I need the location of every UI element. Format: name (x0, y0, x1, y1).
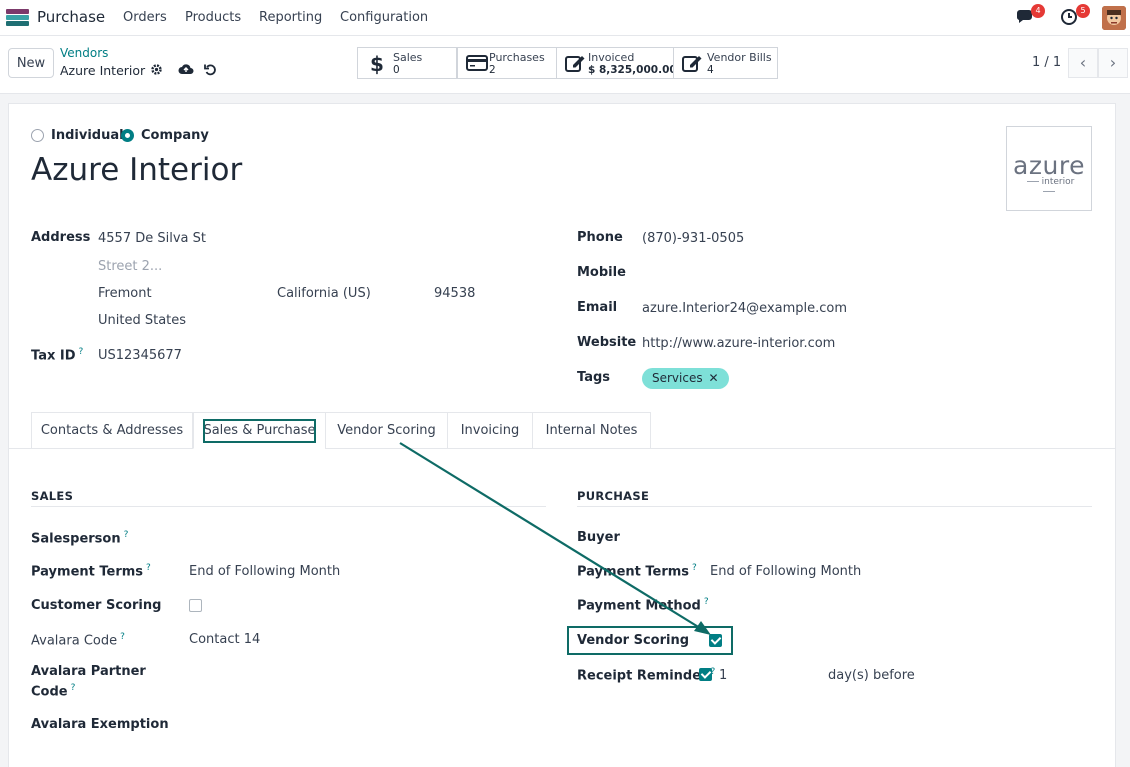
annotation-arrow (399, 442, 711, 635)
